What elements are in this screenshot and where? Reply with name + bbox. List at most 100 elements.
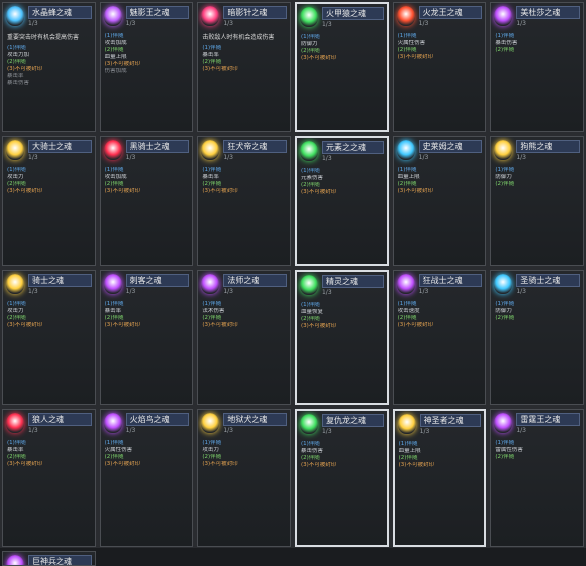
soul-stat-line: 火属性伤害 [104,447,133,453]
soul-card[interactable]: 骑士之魂 1/3 (1)伴随 攻击力 (2)伴随 (3)不可被封印 [2,270,96,405]
soul-stat-list: (1)伴随 火属性伤害 (2)伴随 (3)不可被封印 [394,32,486,62]
card-header: 魅影王之魂 1/3 [101,3,193,32]
soul-orb-icon [103,140,122,160]
soul-level: 1/3 [516,20,526,27]
soul-card[interactable]: 大骑士之魂 1/3 (1)伴随 攻击力 (2)伴随 (3)不可被封印 [2,136,96,266]
soul-stat-list: (1)伴随 暴击率 (2)伴随 (3)不可被封印 [198,44,290,74]
soul-stat-line: (3)不可被封印 [397,322,433,328]
soul-stat-line: 防御力 [495,174,512,180]
soul-orb-icon [396,274,415,294]
soul-orb-icon [299,275,318,295]
soul-card[interactable]: 黑骑士之魂 1/3 (1)伴随 攻击加成 (2)伴随 (3)不可被封印 [99,136,194,266]
soul-orb-icon [396,140,415,160]
soul-stat-line: (1)伴随 [495,33,515,39]
soul-stat-line: (2)伴随 [7,181,26,187]
soul-stat-line: (2)伴随 [495,454,515,460]
soul-orb-icon [6,413,24,433]
soul-stat-list: (1)伴随 暴击率 (2)伴随 (3)不可被封印 [3,439,95,469]
soul-name: 刺客之魂 [125,274,190,287]
soul-card[interactable]: 狼人之魂 1/3 (1)伴随 暴击率 (2)伴随 (3)不可被封印 [2,409,96,547]
soul-stat-line: 火属性伤害 [397,40,426,46]
soul-stat-line: (3)不可被封印 [104,322,140,328]
soul-card[interactable]: 刺客之魂 1/3 (1)伴随 暴击率 (2)伴随 (3)不可被封印 [99,270,194,405]
soul-stat-line: (1)伴随 [300,302,320,308]
soul-orb-icon [494,413,513,433]
soul-stat-line: (2)伴随 [104,47,124,53]
soul-stat-line: 暴击率 [7,73,24,79]
soul-card[interactable]: 火焰鸟之魂 1/3 (1)伴随 火属性伤害 (2)伴随 (3)不可被封印 [99,409,194,547]
soul-stat-line: 暴击率 [202,174,219,180]
soul-name: 巨神兵之魂 [28,555,92,565]
soul-name: 狼人之魂 [28,413,92,426]
soul-stat-list: (1)伴随 暴击率 (2)伴随 (3)不可被封印 [101,300,193,330]
soul-card[interactable]: 圣骑士之魂 1/3 (1)伴随 防御力 (2)伴随 [490,270,584,405]
soul-name: 火龙王之魂 [418,6,483,19]
soul-stat-line: (2)伴随 [300,316,320,322]
soul-level: 1/3 [28,154,38,161]
soul-card[interactable]: 法师之魂 1/3 (1)伴随 法术伤害 (2)伴随 (3)不可被封印 [197,270,291,405]
soul-stat-line: (1)伴随 [7,301,26,307]
soul-stat-list: (1)伴随 暴击伤害 (2)伴随 (3)不可被封印 [297,440,387,470]
soul-card[interactable]: 美杜莎之魂 1/3 (1)伴随 暴击伤害 (2)伴随 [490,2,584,132]
soul-stat-line: 攻击加成 [104,174,127,180]
soul-stat-line: 暴击率 [104,308,122,314]
soul-level: 1/3 [223,427,233,434]
card-header: 火焰鸟之魂 1/3 [101,410,193,439]
soul-level: 1/3 [28,427,38,434]
soul-card[interactable]: 狗熊之魂 1/3 (1)伴随 防御力 (2)伴随 [490,136,584,266]
soul-stat-line: (3)不可被封印 [300,55,337,61]
soul-stat-line: (1)伴随 [7,440,26,446]
soul-stat-line: (3)不可被封印 [202,322,238,328]
card-header: 美杜莎之魂 1/3 [491,3,583,32]
soul-stat-line: (1)伴随 [300,34,320,40]
soul-card[interactable]: 雷霆王之魂 1/3 (1)伴随 雷属性伤害 (2)伴随 [490,409,584,547]
soul-stat-line: 防御力 [495,308,512,314]
soul-card[interactable]: 水晶蜂之魂 1/3 重要突击时有机会提高伤害 (1)伴随 攻击力加 (2)伴随 (3)不可被… [2,2,96,132]
soul-name: 雷霆王之魂 [516,413,580,426]
soul-card[interactable]: 巨神兵之魂1/3 [2,551,96,566]
soul-card[interactable]: 火甲猿之魂 1/3 (1)伴随 防御力 (2)伴随 (3)不可被封印 [294,2,389,132]
soul-stat-line: (3)不可被封印 [300,189,337,195]
soul-level: 1/3 [125,154,136,161]
soul-orb-icon [396,6,415,26]
card-header: 狂犬帝之魂 1/3 [198,137,290,166]
soul-stat-line: (2)伴随 [202,59,222,65]
soul-stat-line: (1)伴随 [7,45,26,51]
soul-card[interactable]: 元素之之魂 1/3 (1)伴随 元素伤害 (2)伴随 (3)不可被封印 [294,136,389,266]
soul-name: 狂战士之魂 [418,274,483,287]
soul-name: 火焰鸟之魂 [125,413,190,426]
soul-orb-icon [494,140,513,160]
soul-stat-line: 血量上限 [397,174,420,180]
soul-name: 元素之之魂 [321,141,384,154]
soul-stat-list: (1)伴随 防御力 (2)伴随 (3)不可被封印 [297,33,387,63]
soul-stat-line: (3)不可被封印 [202,66,238,72]
soul-card[interactable]: 复仇龙之魂 1/3 (1)伴随 暴击伤害 (2)伴随 (3)不可被封印 [294,409,389,547]
soul-stat-line: (2)伴随 [7,315,26,321]
card-header: 地狱犬之魂 1/3 [198,410,290,439]
soul-card[interactable]: 狂战士之魂 1/3 (1)伴随 攻击速度 (2)伴随 (3)不可被封印 [392,270,487,405]
soul-card[interactable]: 狂犬帝之魂 1/3 (1)伴随 暴击率 (2)伴随 (3)不可被封印 [197,136,291,266]
soul-level: 1/3 [321,289,332,296]
soul-level: 1/3 [321,155,332,162]
card-header: 精灵之魂 1/3 [297,272,387,301]
soul-stat-line: 攻击力 [7,308,24,314]
soul-stat-line: (2)伴随 [398,455,418,461]
soul-card[interactable]: 地狱犬之魂 1/3 (1)伴随 攻击力 (2)伴随 (3)不可被封印 [197,409,291,547]
soul-card[interactable]: 神圣者之魂 1/3 (1)伴随 血量上限 (2)伴随 (3)不可被封印 [392,409,487,547]
soul-card[interactable]: 魅影王之魂 1/3 (1)伴随 攻击加成 (2)伴随 血量上限 (3)不可被封印 伤害加成 [99,2,194,132]
soul-stat-line: (3)不可被封印 [202,461,238,467]
soul-stat-line: (1)伴随 [300,168,320,174]
soul-level: 1/3 [418,288,429,295]
soul-orb-icon [6,555,24,565]
soul-stat-line: (3)不可被封印 [104,188,140,194]
soul-card[interactable]: 史莱姆之魂 1/3 (1)伴随 血量上限 (2)伴随 (3)不可被封印 [392,136,487,266]
soul-stat-line: (1)伴随 [202,301,222,307]
soul-stat-line: (3)不可被封印 [7,188,43,194]
soul-card[interactable]: 火龙王之魂 1/3 (1)伴随 火属性伤害 (2)伴随 (3)不可被封印 [392,2,487,132]
soul-stat-line: (3)不可被封印 [300,462,337,468]
soul-card[interactable]: 暗影针之魂 1/3 击败敌人时有机会造成伤害 (1)伴随 暴击率 (2)伴随 (3)不可被封… [197,2,291,132]
soul-card[interactable]: 精灵之魂 1/3 (1)伴随 血量恢复 (2)伴随 (3)不可被封印 [294,270,389,405]
soul-stat-line: (1)伴随 [104,167,124,173]
soul-name: 圣骑士之魂 [516,274,580,287]
card-header: 狂战士之魂 1/3 [394,271,486,300]
